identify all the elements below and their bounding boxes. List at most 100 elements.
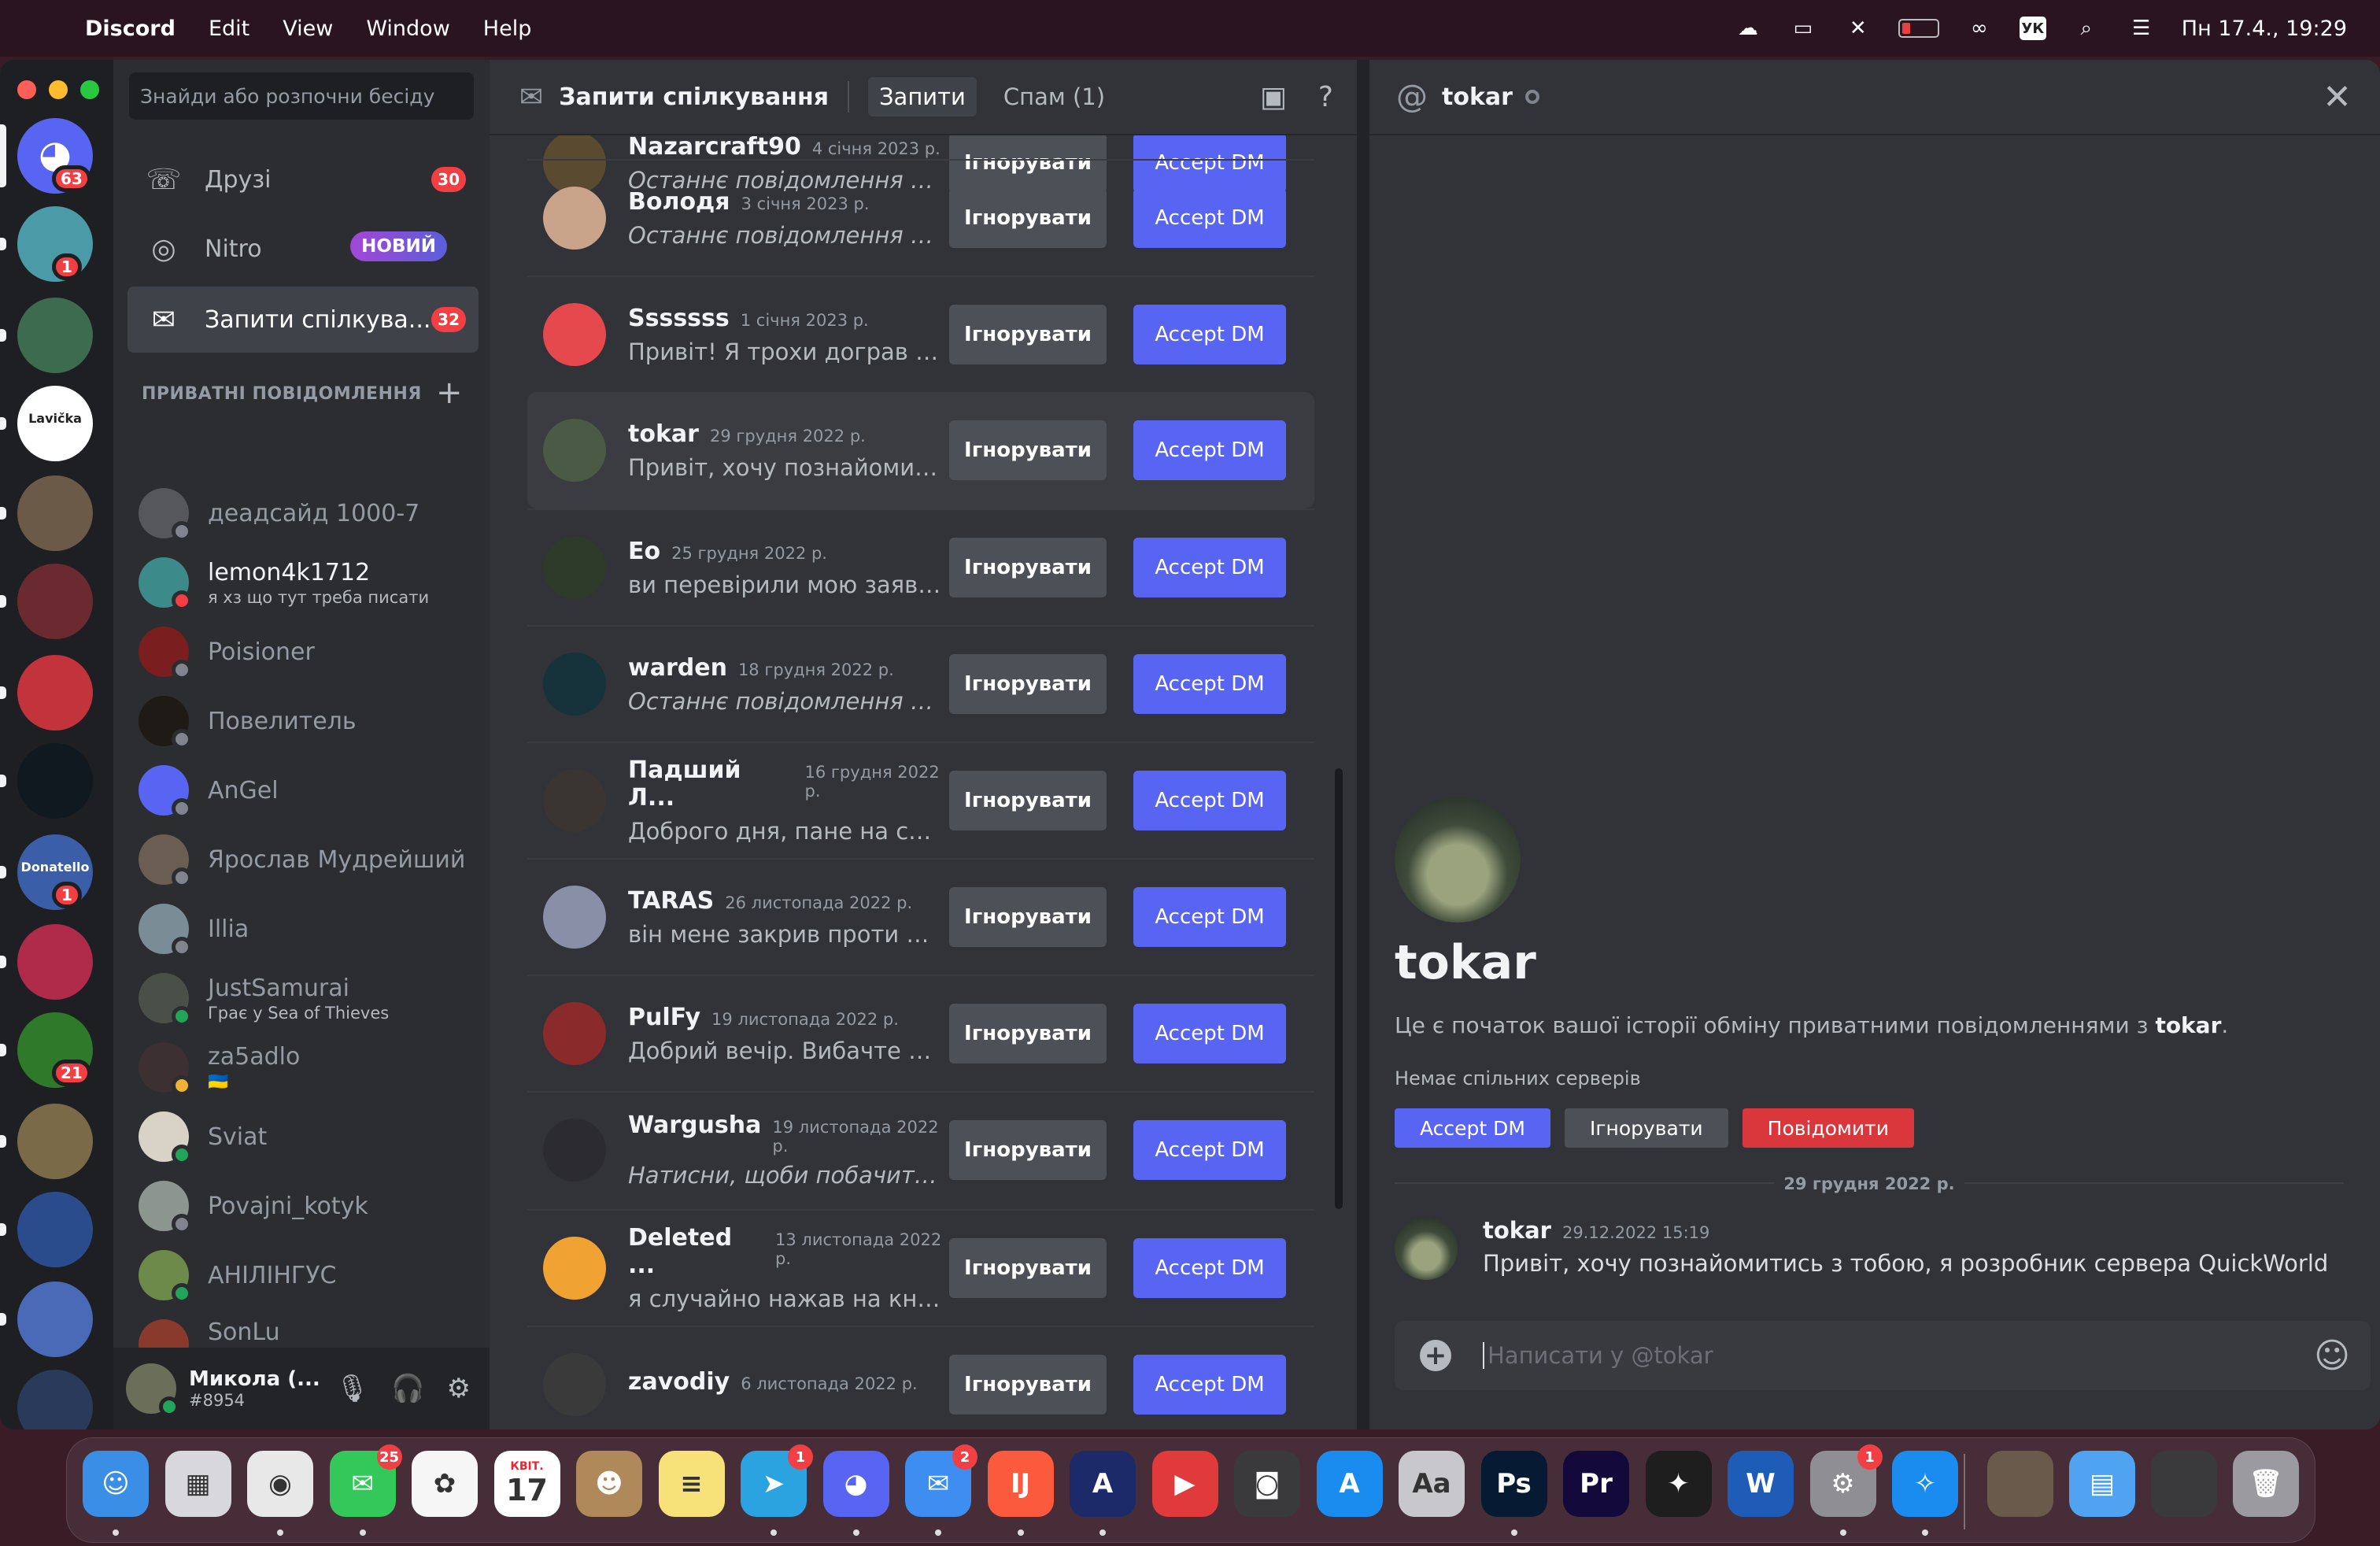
accept-dm-button[interactable]: Accept DM	[1133, 887, 1286, 947]
dock-trash-icon[interactable]: 🗑	[2233, 1451, 2299, 1517]
dock-downloads-folder-icon[interactable]: ▤	[2069, 1451, 2135, 1517]
ignore-button[interactable]: Ігнорувати	[949, 305, 1107, 364]
message-input[interactable]: Написати у @tokar	[1483, 1342, 1713, 1369]
tab-requests[interactable]: Запити	[867, 77, 977, 117]
user-avatar[interactable]	[126, 1363, 179, 1417]
message-author[interactable]: tokar	[1483, 1217, 1551, 1244]
dock-recent-file-icon[interactable]	[1987, 1451, 2053, 1517]
dm-item[interactable]: Ярослав Мудрейший	[128, 827, 479, 893]
menu-help[interactable]: Help	[483, 17, 532, 41]
dock-photoshop-icon[interactable]: Ps	[1480, 1451, 1547, 1517]
dock-telegram-icon[interactable]: ➤ 1	[741, 1444, 813, 1517]
dm-item[interactable]: Poisioner	[128, 619, 479, 685]
zoom-window-button[interactable]	[80, 80, 99, 99]
ignore-button[interactable]: Ігнорувати	[949, 887, 1107, 947]
accept-dm-button[interactable]: Accept DM	[1133, 654, 1286, 714]
ignore-button[interactable]: Ігнорувати	[949, 1004, 1107, 1063]
dock-screenshot-icon[interactable]: ◙	[1234, 1451, 1300, 1517]
dock-settings-icon[interactable]: ⚙ 1	[1809, 1444, 1883, 1517]
dock-recent-window-icon[interactable]	[2151, 1451, 2217, 1517]
control-center-icon[interactable]: ☰	[2127, 17, 2156, 40]
dock-premiere-icon[interactable]: Pr	[1563, 1451, 1629, 1517]
accept-dm-button[interactable]: Accept DM	[1133, 1120, 1286, 1180]
accept-dm-button[interactable]: Accept DM	[1133, 305, 1286, 364]
request-row[interactable]: Eo 25 грудня 2022 р. ви перевірили мою зая…	[527, 509, 1314, 625]
server-icon-server-2[interactable]	[17, 298, 93, 373]
dock-app-store-icon[interactable]: A	[1316, 1451, 1383, 1517]
ignore-button[interactable]: Ігнорувати	[949, 1355, 1107, 1415]
accept-dm-button[interactable]: Accept DM	[1133, 538, 1286, 597]
accept-dm-button[interactable]: Accept DM	[1133, 1238, 1286, 1298]
report-button[interactable]: Повідомити	[1742, 1108, 1914, 1148]
request-row[interactable]: tokar 29 грудня 2022 р. Привіт, хочу позна…	[527, 392, 1314, 509]
request-row[interactable]: Падший Л... 16 грудня 2022 р. Доброго дня,…	[527, 742, 1314, 858]
accept-dm-button[interactable]: Accept DM	[1133, 771, 1286, 830]
profile-avatar[interactable]	[1395, 797, 1521, 923]
dock-messages-icon[interactable]: ✉ 25	[329, 1444, 402, 1517]
accept-dm-button[interactable]: Accept DM	[1395, 1108, 1550, 1148]
server-icon-server-lavicka[interactable]: Lavička	[17, 386, 93, 461]
battery-icon[interactable]	[1898, 19, 1939, 38]
server-icon-server-11[interactable]	[17, 1104, 93, 1179]
dm-item[interactable]: Illia	[128, 896, 479, 962]
request-row[interactable]: zavodiy 6 листопада 2022 р. Ігнорувати Acce…	[527, 1326, 1314, 1429]
server-icon-server-14[interactable]	[17, 1370, 93, 1429]
accept-dm-button[interactable]: Accept DM	[1133, 420, 1286, 480]
server-icon-server-12[interactable]	[17, 1192, 93, 1267]
mute-icon[interactable]: ✕	[1843, 17, 1873, 40]
ignore-button[interactable]: Ігнорувати	[949, 188, 1107, 248]
dock-intellij-icon[interactable]: IJ	[987, 1451, 1054, 1517]
dock-finder-icon[interactable]: ☺	[83, 1451, 149, 1517]
mute-mic-icon[interactable]: 🎙	[335, 1373, 369, 1404]
inbox-icon[interactable]: ▣	[1260, 81, 1287, 113]
spotlight-search-icon[interactable]: ⌕	[2071, 17, 2101, 40]
input-language[interactable]: УК	[2019, 17, 2046, 40]
ignore-button[interactable]: Ігнорувати	[949, 1120, 1107, 1180]
ignore-button[interactable]: Ігнорувати	[949, 538, 1107, 597]
link-icon[interactable]: ∞	[1964, 17, 1994, 40]
create-dm-plus-icon[interactable]: +	[436, 375, 463, 411]
server-icon-server-4[interactable]	[17, 475, 93, 551]
nav-nitro[interactable]: ◎ Nitro НОВИЙ	[128, 216, 479, 282]
dock-contacts-icon[interactable]: ☻	[576, 1451, 642, 1517]
dock-calendar-icon[interactable]: КВІТ. 17	[493, 1451, 560, 1517]
dm-item[interactable]: деадсайд 1000-7	[128, 480, 479, 546]
dm-item[interactable]: Sviat	[128, 1104, 479, 1170]
request-row[interactable]: Deleted ... 13 листопада 2022 р. я случайн…	[527, 1209, 1314, 1326]
dock-photos-icon[interactable]: ✿	[412, 1451, 478, 1517]
help-icon[interactable]: ?	[1318, 81, 1333, 113]
request-row[interactable]: warden 18 грудня 2022 р. Останнє повідомле…	[527, 625, 1314, 742]
dm-item[interactable]: lemon4k1712 я хз що тут треба писати	[128, 549, 479, 616]
server-icon-server-5[interactable]	[17, 564, 93, 639]
close-icon[interactable]: ✕	[2323, 77, 2352, 117]
dock-notes-icon[interactable]: ≡	[658, 1451, 725, 1517]
creative-cloud-icon[interactable]: ☁	[1733, 17, 1763, 40]
menu-app[interactable]: Discord	[85, 17, 176, 41]
dm-item[interactable]: Povajni_kotyk	[128, 1173, 479, 1239]
message-composer[interactable]: + Написати у @tokar ☺	[1395, 1321, 2371, 1390]
ignore-button[interactable]: Ігнорувати	[1564, 1108, 1728, 1148]
user-settings-gear-icon[interactable]: ⚙	[447, 1373, 471, 1404]
dock-word-icon[interactable]: W	[1728, 1451, 1794, 1517]
close-window-button[interactable]	[17, 80, 36, 99]
server-icon-server-7[interactable]	[17, 743, 93, 819]
dock-xcode-ai-icon[interactable]: A	[1070, 1451, 1136, 1517]
server-icon-server-6[interactable]	[17, 655, 93, 730]
ignore-button[interactable]: Ігнорувати	[949, 771, 1107, 830]
accept-dm-button[interactable]: Accept DM	[1133, 1355, 1286, 1415]
search-input[interactable]: Знайди або розпочни бесіду	[129, 72, 474, 120]
accept-dm-button[interactable]: Accept DM	[1133, 188, 1286, 248]
dock-discord-icon[interactable]: ◕	[822, 1451, 889, 1517]
dock-player-icon[interactable]: ▶	[1151, 1451, 1218, 1517]
accept-dm-button[interactable]: Accept DM	[1133, 1004, 1286, 1063]
dock-chrome-icon[interactable]: ◉	[247, 1451, 313, 1517]
request-row[interactable]: TARAS 26 листопада 2022 р. він мене закрив…	[527, 858, 1314, 975]
dock-font-book-icon[interactable]: Aa	[1399, 1451, 1465, 1517]
dm-item[interactable]: АНІЛІНГУС	[128, 1242, 479, 1308]
request-row[interactable]: PulFy 19 листопада 2022 р. Добрий вечір. В…	[527, 975, 1314, 1091]
nav-message-requests[interactable]: ✉ Запити спілкува... 32	[128, 287, 479, 353]
request-row[interactable]: Sssssss 1 січня 2023 р. Привіт! Я трохи до…	[527, 276, 1314, 392]
dm-item[interactable]: Повелитель	[128, 688, 479, 754]
request-row[interactable]: Володя 3 січня 2023 р. Останнє повідомленн…	[527, 159, 1314, 276]
dm-item[interactable]: AnGel	[128, 757, 479, 823]
